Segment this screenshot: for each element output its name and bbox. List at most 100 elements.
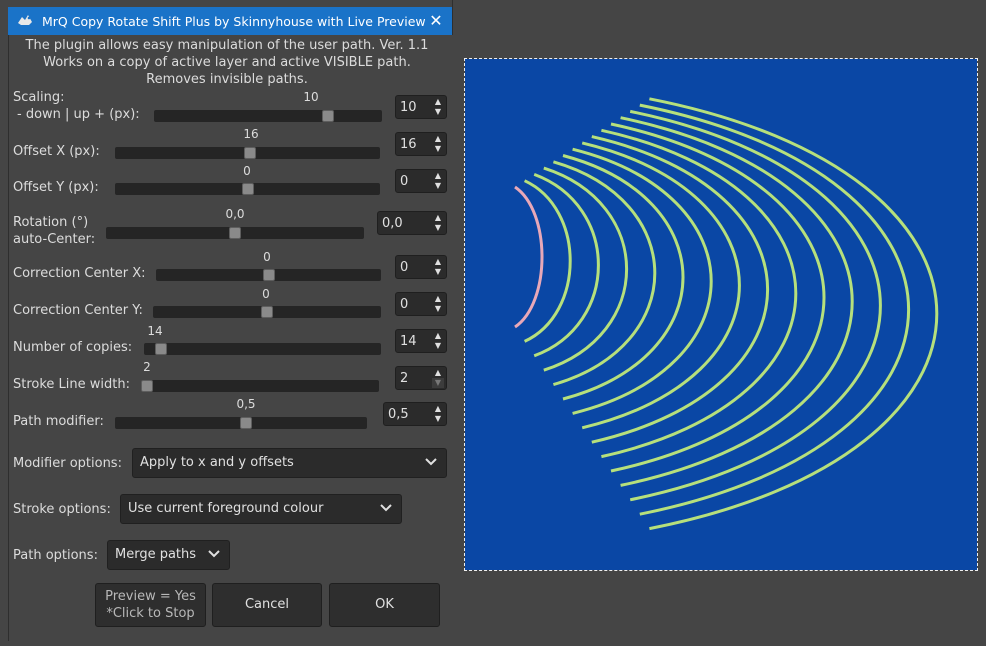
image-canvas[interactable]: [464, 58, 978, 571]
spin-up-icon[interactable]: ▲: [432, 294, 444, 304]
stroke-width-value-label: 2: [143, 360, 151, 374]
spin-up-icon[interactable]: ▲: [432, 171, 444, 181]
ok-button[interactable]: OK: [329, 583, 440, 627]
stroke-width-label: Stroke Line width:: [13, 377, 130, 392]
path-copy: [639, 103, 911, 516]
correction-y-label: Correction Center Y:: [13, 303, 143, 318]
description-line-1: The plugin allows easy manipulation of t…: [25, 38, 429, 53]
stroke-options-value: Use current foreground colour: [128, 501, 324, 516]
modifier-options-value: Apply to x and y offsets: [140, 455, 294, 470]
source-path: [514, 185, 544, 329]
chevron-down-icon: [380, 504, 392, 512]
copies-input[interactable]: 14: [400, 334, 417, 349]
chevron-down-icon: [208, 550, 220, 558]
offset-y-label: Offset Y (px):: [13, 180, 99, 195]
correction-y-slider[interactable]: [153, 306, 381, 318]
plugin-dialog: MrQ Copy Rotate Shift Plus by Skinnyhous…: [0, 0, 453, 641]
cancel-button[interactable]: Cancel: [212, 583, 322, 627]
rotation-value-label: 0,0: [225, 207, 245, 221]
offset-x-input[interactable]: 16: [400, 137, 417, 152]
stroke-width-spinbox[interactable]: 2 ▲ ▼: [395, 366, 447, 390]
stroke-width-input[interactable]: 2: [400, 371, 408, 386]
close-icon[interactable]: ✕: [420, 7, 452, 35]
correction-x-input[interactable]: 0: [400, 260, 408, 275]
offset-x-label: Offset X (px):: [13, 144, 100, 159]
spin-down-icon[interactable]: ▼: [432, 144, 444, 154]
offset-y-slider[interactable]: [115, 183, 380, 195]
path-copy: [543, 166, 629, 372]
spin-down-icon[interactable]: ▼: [432, 304, 444, 314]
stroke-width-slider[interactable]: [141, 380, 379, 392]
spin-up-icon[interactable]: ▲: [432, 213, 444, 223]
offset-x-spinbox[interactable]: 16 ▲ ▼: [395, 132, 447, 156]
offset-y-input[interactable]: 0: [400, 174, 408, 189]
rotation-input[interactable]: 0,0: [382, 216, 403, 231]
chevron-down-icon: [425, 458, 437, 466]
copies-label: Number of copies:: [13, 340, 133, 355]
title-bar: MrQ Copy Rotate Shift Plus by Skinnyhous…: [8, 7, 452, 35]
correction-x-slider[interactable]: [156, 269, 381, 281]
slider-handle[interactable]: [244, 147, 256, 159]
slider-handle[interactable]: [141, 380, 153, 392]
rotation-slider[interactable]: [106, 227, 364, 239]
spin-up-icon[interactable]: ▲: [432, 257, 444, 267]
slider-handle[interactable]: [322, 110, 334, 122]
correction-y-value-label: 0: [262, 287, 270, 301]
modifier-options-label: Modifier options:: [13, 456, 122, 471]
stroke-options-label: Stroke options:: [13, 502, 111, 517]
spin-down-icon[interactable]: ▼: [432, 414, 444, 424]
spin-up-icon[interactable]: ▲: [432, 404, 444, 414]
spin-down-icon[interactable]: ▼: [432, 341, 444, 351]
spin-down-icon[interactable]: ▼: [432, 223, 444, 233]
offset-y-spinbox[interactable]: 0 ▲ ▼: [395, 169, 447, 193]
preview-hint-text: *Click to Stop: [106, 606, 195, 621]
path-modifier-input[interactable]: 0,5: [388, 407, 409, 422]
correction-y-input[interactable]: 0: [400, 297, 408, 312]
copies-slider[interactable]: [144, 343, 381, 355]
offset-x-value-label: 16: [243, 127, 259, 141]
path-modifier-spinbox[interactable]: 0,5 ▲ ▼: [383, 402, 447, 426]
slider-handle[interactable]: [261, 306, 273, 318]
modifier-options-dropdown[interactable]: Apply to x and y offsets: [132, 448, 447, 478]
scaling-spinbox[interactable]: 10 ▲ ▼: [395, 95, 447, 119]
path-copy: [572, 147, 713, 415]
path-modifier-label: Path modifier:: [13, 414, 104, 429]
offset-x-slider[interactable]: [115, 147, 380, 159]
copies-value-label: 14: [147, 324, 163, 338]
path-options-value: Merge paths: [115, 547, 197, 562]
dialog-body: The plugin allows easy manipulation of t…: [8, 35, 453, 641]
path-options-dropdown[interactable]: Merge paths: [107, 540, 230, 570]
scaling-slider[interactable]: [154, 110, 382, 122]
rotation-spinbox[interactable]: 0,0 ▲ ▼: [377, 211, 447, 235]
slider-handle[interactable]: [229, 227, 241, 239]
rotation-sublabel: auto-Center:: [13, 232, 96, 247]
correction-x-value-label: 0: [263, 250, 271, 264]
correction-y-spinbox[interactable]: 0 ▲ ▼: [395, 292, 447, 316]
scaling-input[interactable]: 10: [400, 100, 417, 115]
path-modifier-value-label: 0,5: [236, 397, 256, 411]
description-line-3: Removes invisible paths.: [146, 72, 308, 87]
correction-x-label: Correction Center X:: [13, 266, 146, 281]
stroke-options-dropdown[interactable]: Use current foreground colour: [120, 494, 402, 524]
offset-y-value-label: 0: [243, 164, 251, 178]
spin-up-icon[interactable]: ▲: [432, 331, 444, 341]
slider-handle[interactable]: [242, 183, 254, 195]
spin-down-icon[interactable]: ▼: [432, 267, 444, 277]
spin-up-icon[interactable]: ▲: [432, 97, 444, 107]
spin-up-icon[interactable]: ▲: [432, 368, 444, 378]
path-modifier-slider[interactable]: [115, 417, 367, 429]
slider-handle[interactable]: [240, 417, 252, 429]
slider-handle[interactable]: [263, 269, 275, 281]
scaling-label: Scaling:: [13, 90, 65, 105]
preview-toggle-button[interactable]: Preview = Yes *Click to Stop: [95, 583, 206, 627]
correction-x-spinbox[interactable]: 0 ▲ ▼: [395, 255, 447, 279]
scaling-value-label: 10: [303, 90, 319, 104]
copies-spinbox[interactable]: 14 ▲ ▼: [395, 329, 447, 353]
description-line-2: Works on a copy of active layer and acti…: [43, 55, 411, 70]
spin-down-icon[interactable]: ▼: [432, 181, 444, 191]
spin-down-icon[interactable]: ▼: [432, 107, 444, 117]
path-preview: [514, 97, 939, 531]
slider-handle[interactable]: [155, 343, 167, 355]
spin-down-icon[interactable]: ▼: [432, 378, 444, 388]
spin-up-icon[interactable]: ▲: [432, 134, 444, 144]
